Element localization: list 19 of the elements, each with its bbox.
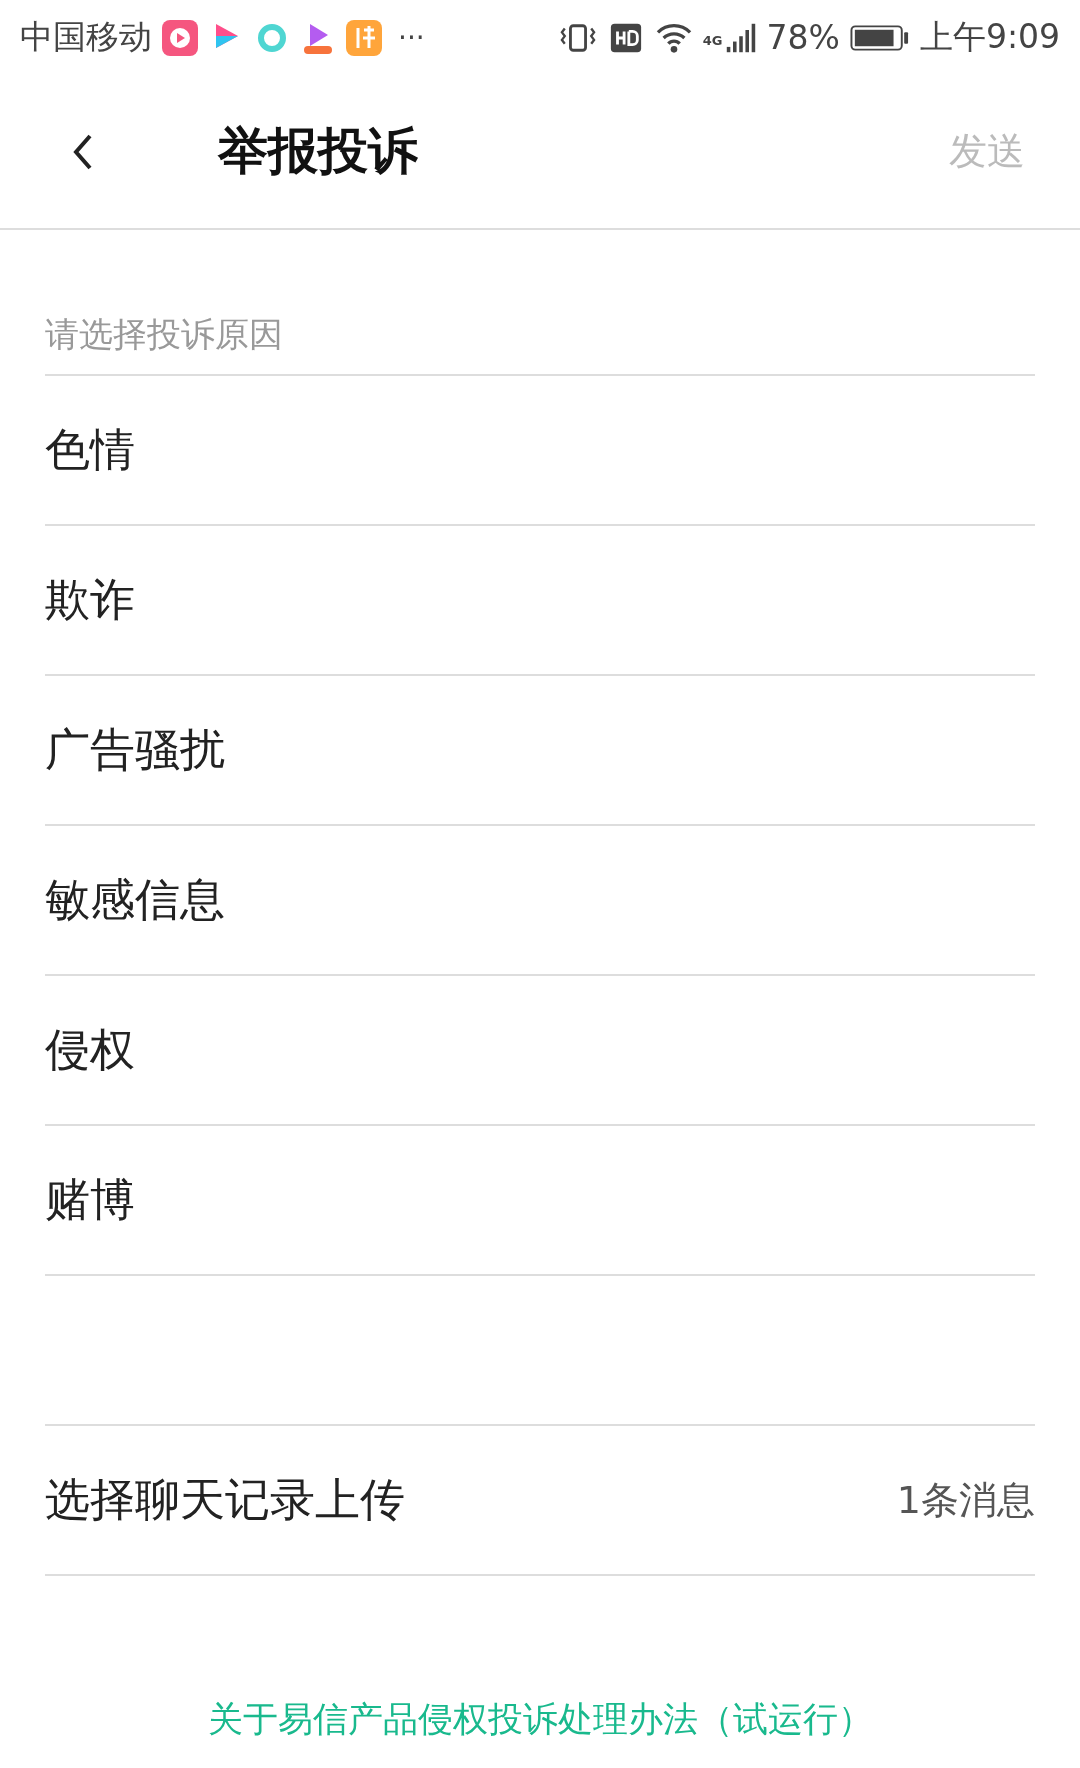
app-icon [346, 19, 382, 56]
reason-option[interactable]: 侵权 [45, 976, 1035, 1126]
carrier-name: 中国移动 [20, 16, 152, 58]
battery-icon [849, 22, 910, 53]
more-notifications: ··· [398, 21, 425, 54]
reason-option[interactable]: 敏感信息 [45, 826, 1035, 976]
reason-option[interactable]: 广告骚扰 [45, 676, 1035, 826]
battery-percent: 78% [766, 18, 840, 57]
network-type: 4G [702, 33, 723, 48]
chat-upload-label: 选择聊天记录上传 [45, 1472, 405, 1528]
message-count: 1条消息 [896, 1476, 1035, 1524]
reason-option[interactable]: 赌博 [45, 1126, 1035, 1276]
clock: 上午9:09 [919, 16, 1060, 58]
page-title: 举报投诉 [218, 121, 419, 182]
reason-option[interactable]: 欺诈 [45, 526, 1035, 676]
section-label: 请选择投诉原因 [45, 230, 1035, 376]
reason-option[interactable]: 色情 [45, 376, 1035, 526]
chat-upload-row[interactable]: 选择聊天记录上传 1条消息 [45, 1426, 1035, 1576]
video-app-icon [162, 19, 198, 56]
